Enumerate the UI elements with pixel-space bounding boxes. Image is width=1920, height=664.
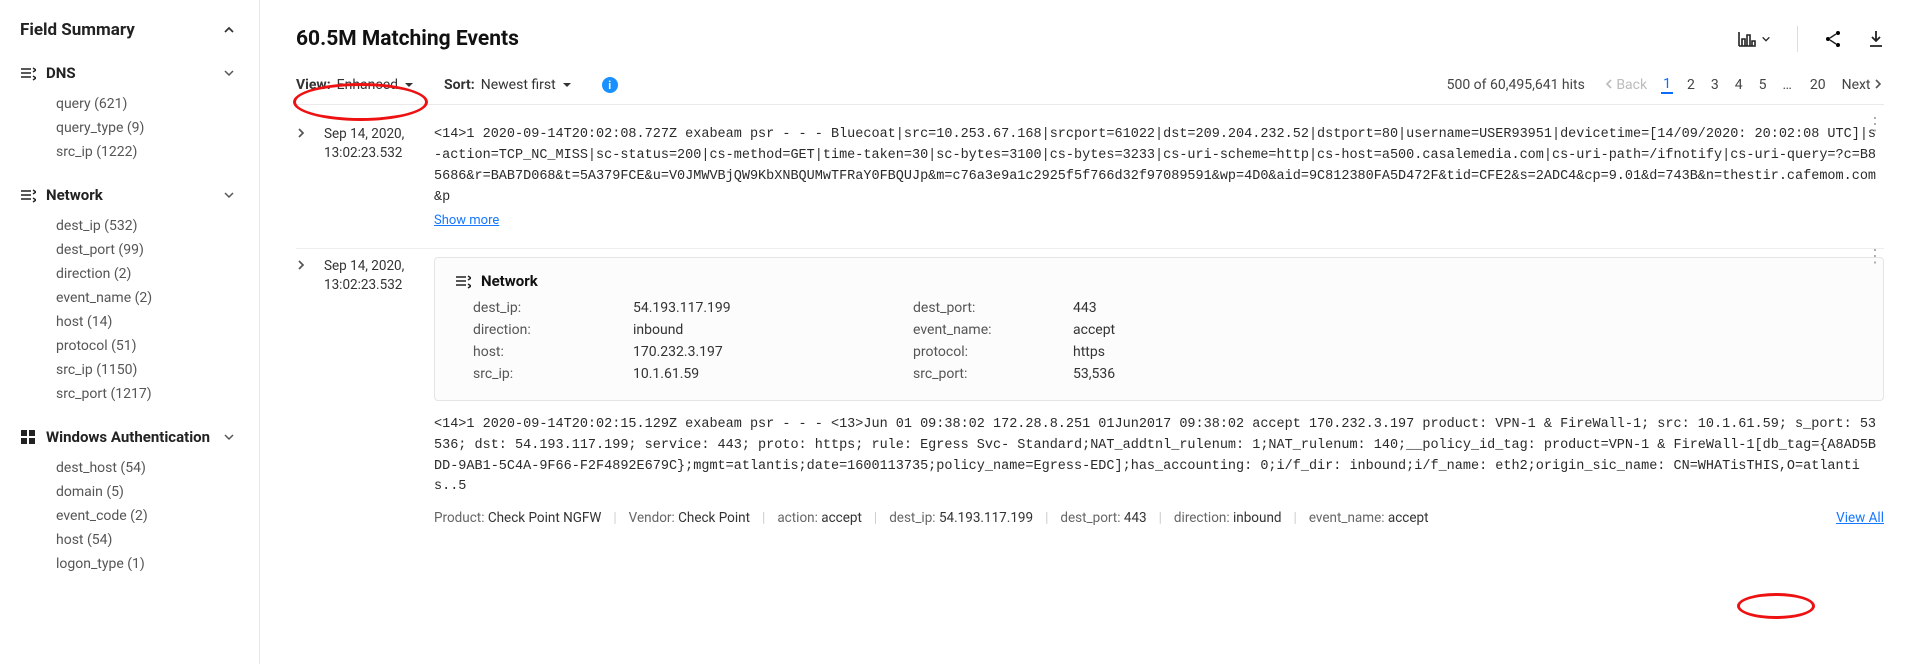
- kv-key: host:: [473, 344, 633, 360]
- pager-ellipsis: …: [1780, 77, 1795, 93]
- chevron-up-icon: [223, 24, 235, 36]
- pager-next[interactable]: Next: [1840, 77, 1884, 93]
- field-item[interactable]: dest_ip (532): [56, 214, 259, 238]
- hits-count: 500 of 60,495,641 hits: [1447, 77, 1585, 93]
- dns-icon: [20, 65, 36, 81]
- kv-value: inbound: [633, 322, 913, 338]
- pager-page[interactable]: 1: [1661, 76, 1673, 94]
- view-all-link[interactable]: View All: [1836, 510, 1884, 526]
- chevron-right-icon: [296, 127, 306, 139]
- windows-icon: [20, 429, 36, 445]
- caret-down-icon: [562, 80, 572, 90]
- results-main: 60.5M Matching Events View: Enhanced So: [260, 0, 1920, 664]
- field-item[interactable]: src_ip (1150): [56, 358, 259, 382]
- chevron-left-icon: [1605, 79, 1613, 89]
- field-item[interactable]: domain (5): [56, 480, 259, 504]
- event-timestamp: Sep 14, 2020, 13:02:23.532: [324, 125, 420, 163]
- network-card: Network dest_ip:54.193.117.199 dest_port…: [434, 257, 1884, 401]
- pager-page[interactable]: 20: [1808, 77, 1828, 93]
- field-item[interactable]: src_ip (1222): [56, 140, 259, 164]
- chevron-down-icon: [1761, 34, 1771, 44]
- pager-page[interactable]: 4: [1733, 77, 1745, 93]
- group-label: Windows Authentication: [46, 428, 210, 446]
- group-label: Network: [46, 186, 103, 204]
- chart-type-dropdown[interactable]: [1737, 30, 1771, 48]
- field-item[interactable]: dest_host (54): [56, 456, 259, 480]
- pager-back[interactable]: Back: [1603, 77, 1649, 93]
- expand-toggle[interactable]: [296, 127, 310, 143]
- group-header-network[interactable]: Network: [20, 180, 259, 210]
- kv-key: src_ip:: [473, 366, 633, 382]
- chevron-down-icon: [223, 189, 235, 201]
- kv-key: dest_ip:: [473, 300, 633, 316]
- pager: Back 1 2 3 4 5 … 20 Next: [1603, 76, 1884, 94]
- group-label: DNS: [46, 64, 76, 82]
- field-item[interactable]: direction (2): [56, 262, 259, 286]
- page-title: 60.5M Matching Events: [296, 27, 519, 51]
- raw-log: <14>1 2020-09-14T20:02:15.129Z exabeam p…: [434, 415, 1884, 499]
- row-menu-button[interactable]: ⋮: [1866, 255, 1884, 259]
- kv-value: 10.1.61.59: [633, 366, 913, 382]
- pager-page[interactable]: 5: [1757, 77, 1769, 93]
- raw-log: <14>1 2020-09-14T20:02:08.727Z exabeam p…: [434, 125, 1884, 209]
- field-summary-header[interactable]: Field Summary: [20, 20, 259, 40]
- field-item[interactable]: dest_port (99): [56, 238, 259, 262]
- view-label: View:: [296, 77, 331, 93]
- chevron-right-icon: [296, 259, 306, 271]
- caret-down-icon: [404, 80, 414, 90]
- share-button[interactable]: [1824, 30, 1842, 48]
- sort-label: Sort:: [444, 77, 475, 93]
- chevron-right-icon: [1874, 79, 1882, 89]
- field-item[interactable]: query (621): [56, 92, 259, 116]
- network-icon: [455, 273, 471, 289]
- kv-value: 170.232.3.197: [633, 344, 913, 360]
- kv-key: src_port:: [913, 366, 1073, 382]
- network-icon: [20, 187, 36, 203]
- kv-key: direction:: [473, 322, 633, 338]
- group-header-dns[interactable]: DNS: [20, 58, 259, 88]
- kv-value: 54.193.117.199: [633, 300, 913, 316]
- share-icon: [1824, 30, 1842, 48]
- field-item[interactable]: query_type (9): [56, 116, 259, 140]
- field-item[interactable]: src_port (1217): [56, 382, 259, 406]
- sort-value: Newest first: [481, 77, 556, 93]
- pager-page[interactable]: 3: [1709, 77, 1721, 93]
- info-icon[interactable]: i: [602, 77, 618, 93]
- card-title: Network: [481, 272, 538, 290]
- kv-value: 53,536: [1073, 366, 1353, 382]
- field-item[interactable]: event_name (2): [56, 286, 259, 310]
- kv-key: protocol:: [913, 344, 1073, 360]
- event-row: Sep 14, 2020, 13:02:23.532 <14>1 2020-09…: [296, 117, 1884, 249]
- group-header-windows-auth[interactable]: Windows Authentication: [20, 422, 259, 452]
- download-button[interactable]: [1868, 30, 1884, 48]
- event-row: Sep 14, 2020, 13:02:23.532 Network dest_…: [296, 249, 1884, 547]
- annotation-ellipse: [1737, 593, 1815, 619]
- pager-page[interactable]: 2: [1685, 77, 1697, 93]
- kv-value: https: [1073, 344, 1353, 360]
- chevron-down-icon: [223, 67, 235, 79]
- show-more-link[interactable]: Show more: [434, 213, 499, 228]
- sort-selector[interactable]: Sort: Newest first: [444, 77, 572, 93]
- field-item[interactable]: logon_type (1): [56, 552, 259, 576]
- field-item[interactable]: host (54): [56, 528, 259, 552]
- kv-key: event_name:: [913, 322, 1073, 338]
- chevron-down-icon: [223, 431, 235, 443]
- kv-value: 443: [1073, 300, 1353, 316]
- row-menu-button[interactable]: ⋮: [1866, 123, 1884, 127]
- kv-key: dest_port:: [913, 300, 1073, 316]
- field-summary-sidebar: Field Summary DNS query (621) query_type…: [0, 0, 260, 664]
- field-item[interactable]: host (14): [56, 310, 259, 334]
- bar-chart-icon: [1737, 30, 1757, 48]
- kv-value: accept: [1073, 322, 1353, 338]
- event-timestamp: Sep 14, 2020, 13:02:23.532: [324, 257, 420, 295]
- view-selector[interactable]: View: Enhanced: [296, 77, 414, 93]
- meta-row: Product: Check Point NGFW| Vendor: Check…: [434, 510, 1884, 526]
- expand-toggle[interactable]: [296, 259, 310, 275]
- field-summary-title: Field Summary: [20, 20, 135, 40]
- view-value: Enhanced: [337, 77, 398, 93]
- download-icon: [1868, 30, 1884, 48]
- field-item[interactable]: event_code (2): [56, 504, 259, 528]
- field-item[interactable]: protocol (51): [56, 334, 259, 358]
